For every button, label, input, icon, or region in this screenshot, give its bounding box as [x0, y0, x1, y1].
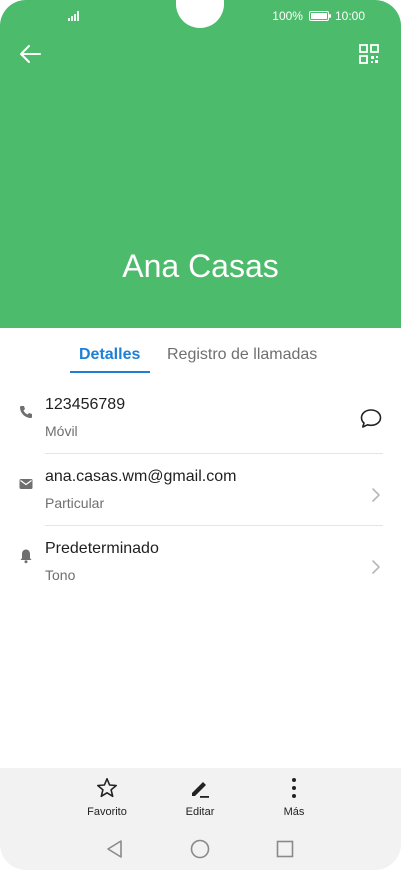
message-button[interactable] — [359, 408, 383, 430]
detail-tabs: Detalles Registro de llamadas — [0, 340, 401, 380]
back-button[interactable] — [16, 41, 46, 67]
system-navbar — [0, 830, 401, 870]
contact-name: Ana Casas — [122, 248, 279, 284]
favorite-label: Favorito — [87, 806, 127, 818]
email-item[interactable]: ana.casas.wm@gmail.com Particular — [0, 460, 401, 530]
chevron-right-icon — [372, 560, 380, 574]
edit-label: Editar — [185, 806, 215, 818]
ringtone-type: Tono — [45, 567, 76, 583]
more-label: Más — [283, 806, 305, 818]
phone-type: Móvil — [45, 423, 78, 439]
phone-icon — [20, 406, 32, 418]
message-icon — [360, 409, 382, 428]
favorite-button[interactable]: Favorito — [72, 776, 142, 818]
nav-home-button[interactable] — [189, 838, 211, 860]
battery-percent: 100% — [272, 9, 303, 23]
edit-icon — [192, 782, 209, 798]
ringtone-item[interactable]: Predeterminado Tono — [0, 532, 401, 602]
divider — [45, 525, 383, 526]
battery-icon — [308, 11, 331, 21]
ringtone-name: Predeterminado — [45, 540, 159, 557]
nav-back-button[interactable] — [104, 838, 126, 860]
star-icon — [97, 778, 117, 798]
camera-notch — [176, 0, 224, 28]
contact-screen: 100% 10:00 Ana Casas Detalles Registro d — [0, 0, 401, 870]
status-time: 10:00 — [334, 9, 365, 23]
tab-registro-llamadas[interactable]: Registro de llamadas — [167, 346, 317, 364]
divider — [45, 453, 383, 454]
chevron-right-icon — [372, 488, 380, 502]
circle-home-icon — [190, 839, 210, 859]
mail-icon — [19, 479, 33, 489]
qr-code-icon — [359, 44, 379, 64]
triangle-back-icon — [107, 840, 122, 858]
action-bar: Favorito Editar Más — [0, 768, 401, 830]
square-recents-icon — [276, 840, 294, 858]
bell-icon — [20, 549, 32, 564]
contact-header: 100% 10:00 Ana Casas — [0, 0, 401, 328]
active-tab-indicator — [70, 371, 150, 373]
nav-recents-button[interactable] — [274, 838, 296, 860]
more-button[interactable]: Más — [259, 776, 329, 818]
qr-code-button[interactable] — [357, 42, 381, 66]
email-type: Particular — [45, 495, 105, 511]
more-vertical-icon — [292, 778, 296, 798]
bottom-bar: Favorito Editar Más — [0, 768, 401, 870]
status-right: 100% 10:00 — [272, 9, 365, 23]
email-address: ana.casas.wm@gmail.com — [45, 468, 237, 485]
phone-number: 123456789 — [45, 396, 126, 413]
signal-icon — [68, 9, 82, 23]
arrow-left-icon — [20, 45, 41, 63]
tab-detalles[interactable]: Detalles — [79, 346, 140, 364]
edit-button[interactable]: Editar — [165, 776, 235, 818]
phone-item[interactable]: 123456789 Móvil — [0, 388, 401, 458]
